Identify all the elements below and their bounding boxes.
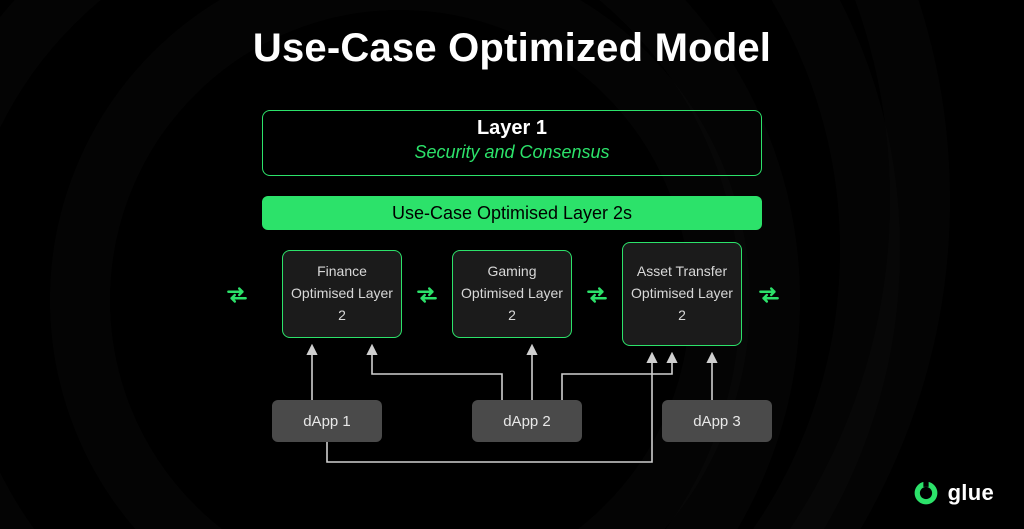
swap-icon: [756, 282, 782, 308]
l2-box-asset: Asset Transfer Optimised Layer 2: [622, 242, 742, 346]
swap-icon: [414, 282, 440, 308]
layer1-subtitle: Security and Consensus: [263, 142, 761, 163]
l2-box-asset-label: Asset Transfer Optimised Layer 2: [629, 261, 735, 326]
page-title: Use-Case Optimized Model: [0, 26, 1024, 71]
dapp-box-3: dApp 3: [662, 400, 772, 442]
layer2-band: Use-Case Optimised Layer 2s: [262, 196, 762, 230]
l2-box-finance-label: Finance Optimised Layer 2: [289, 261, 395, 326]
swap-icon: [584, 282, 610, 308]
brand-name: glue: [948, 480, 994, 506]
l2-box-gaming: Gaming Optimised Layer 2: [452, 250, 572, 338]
brand-mark-icon: [912, 479, 940, 507]
layer1-title: Layer 1: [263, 117, 761, 140]
l2-box-finance: Finance Optimised Layer 2: [282, 250, 402, 338]
dapp-2-label: dApp 2: [503, 413, 551, 430]
brand-logo: glue: [912, 479, 994, 507]
layer2-band-label: Use-Case Optimised Layer 2s: [392, 203, 632, 224]
dapp-3-label: dApp 3: [693, 413, 741, 430]
swap-icon: [224, 282, 250, 308]
dapp-box-2: dApp 2: [472, 400, 582, 442]
l2-box-gaming-label: Gaming Optimised Layer 2: [459, 261, 565, 326]
layer1-box: Layer 1 Security and Consensus: [262, 110, 762, 176]
dapp-box-1: dApp 1: [272, 400, 382, 442]
diagram-stage: Layer 1 Security and Consensus Use-Case …: [212, 110, 812, 510]
dapp-1-label: dApp 1: [303, 413, 351, 430]
